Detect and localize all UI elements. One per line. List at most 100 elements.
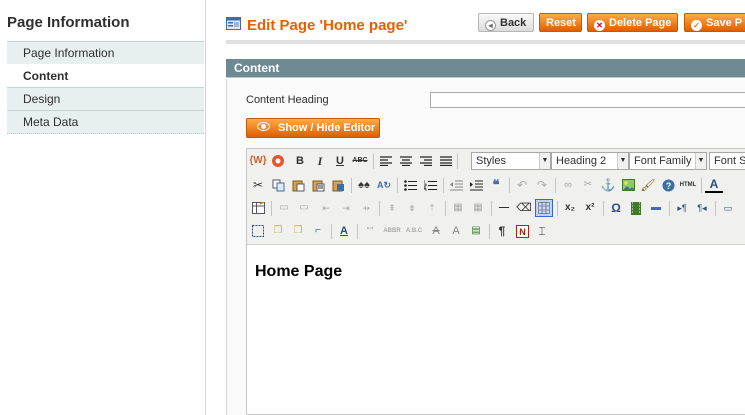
paste-icon[interactable] — [289, 176, 307, 194]
horizontal-rule-icon[interactable]: — — [495, 199, 513, 217]
col-after-icon[interactable]: ⇟ — [403, 199, 421, 217]
find-icon[interactable]: ♠♠ — [355, 176, 373, 194]
bullet-list-icon[interactable] — [401, 176, 419, 194]
toolbar-row-4: ❐ ❐ ⌐ A “” ABBR A.B.C A A ▤ ¶ N ⌶ — [249, 221, 745, 243]
delete-col-icon[interactable]: ⇡ — [423, 199, 441, 217]
acronym-icon[interactable]: A.B.C — [405, 222, 423, 240]
cell-props-icon[interactable]: ▭ — [295, 199, 313, 217]
help-icon[interactable]: ? — [659, 176, 677, 194]
attributes-icon[interactable]: ▤ — [467, 222, 485, 240]
toolbar-row-2: ✂ ♠♠ A↻ ❝ ↶ ↷ ∞ ✂ ⚓ 🖌 ? HTML A — [249, 175, 745, 197]
row-after-icon[interactable]: ⇥ — [337, 199, 355, 217]
cut-icon[interactable]: ✂ — [249, 176, 267, 194]
insertion-icon[interactable]: A — [447, 222, 465, 240]
font-family-select[interactable]: Font Family ▼ — [629, 152, 707, 170]
editor-document[interactable]: Home Page — [255, 263, 342, 281]
absolute-position-icon[interactable]: ⌐ — [309, 222, 327, 240]
font-size-select[interactable]: Font Siz — [709, 152, 745, 170]
delete-x-icon: ✕ — [594, 20, 605, 31]
row-before-icon[interactable]: ⇤ — [317, 199, 335, 217]
italic-icon[interactable]: I — [311, 152, 329, 170]
reset-button[interactable]: Reset — [539, 13, 582, 32]
paste-word-icon[interactable] — [329, 176, 347, 194]
sidebar-item-design[interactable]: Design — [7, 87, 204, 110]
save-check-icon: ✓ — [691, 20, 702, 31]
underline-icon[interactable]: U — [331, 152, 349, 170]
indent-icon[interactable] — [467, 176, 485, 194]
toolbar-row-3: ▭ ▭ ⇤ ⇥ ⇸ ⇞ ⇟ ⇡ ▦ ▦ — ⌫ x₂ x² Ω ▬ ▸¶ ¶◂ … — [249, 198, 745, 220]
non-breaking-space-icon[interactable]: N — [513, 222, 531, 240]
merge-cells-icon[interactable]: ▦ — [469, 199, 487, 217]
fullscreen-icon[interactable]: ▬ — [647, 199, 665, 217]
align-justify-icon[interactable] — [437, 152, 455, 170]
save-page-button[interactable]: ✓ Save P — [684, 13, 745, 32]
paste-text-icon[interactable] — [309, 176, 327, 194]
move-backward-icon[interactable]: ❐ — [289, 222, 307, 240]
page-break-icon[interactable]: ⌶ — [533, 222, 551, 240]
cleanup-icon[interactable]: 🖌 — [639, 176, 657, 194]
outdent-icon[interactable] — [447, 176, 465, 194]
toolbar-separator — [491, 201, 492, 216]
numbered-list-icon[interactable] — [421, 176, 439, 194]
toolbar-row-1: {W} B I U ABC Styles ▼ Heading 2 ▼ Font … — [249, 151, 745, 173]
delete-page-button[interactable]: ✕ Delete Page — [587, 13, 678, 32]
delete-row-icon[interactable]: ⇸ — [357, 199, 375, 217]
content-heading-input[interactable] — [430, 92, 745, 108]
blockquote-icon[interactable]: ❝ — [487, 176, 505, 194]
rtl-icon[interactable]: ¶◂ — [693, 199, 711, 217]
back-button[interactable]: ◂ Back — [478, 13, 534, 32]
sidebar-item-content[interactable]: Content — [7, 64, 204, 87]
ltr-icon[interactable]: ▸¶ — [673, 199, 691, 217]
strikethrough-icon[interactable]: ABC — [351, 152, 369, 170]
show-blocks-icon[interactable]: ¶ — [493, 222, 511, 240]
toolbar-separator — [603, 201, 604, 216]
toolbar-separator — [379, 201, 380, 216]
chevron-down-icon: ▼ — [539, 153, 550, 169]
media-icon[interactable] — [627, 199, 645, 217]
insert-layer-icon[interactable] — [249, 222, 267, 240]
align-left-icon[interactable] — [377, 152, 395, 170]
sidebar-item-page-information[interactable]: Page Information — [7, 41, 204, 64]
styles-select[interactable]: Styles ▼ — [471, 152, 551, 170]
move-forward-icon[interactable]: ❐ — [269, 222, 287, 240]
undo-icon[interactable]: ↶ — [513, 176, 531, 194]
copy-icon[interactable] — [269, 176, 287, 194]
abbr-icon[interactable]: ABBR — [383, 222, 401, 240]
content-heading-label: Content Heading — [246, 94, 329, 106]
deletion-icon[interactable]: A — [427, 222, 445, 240]
insert-widget-icon[interactable]: {W} — [249, 152, 267, 170]
col-before-icon[interactable]: ⇞ — [383, 199, 401, 217]
remove-format-icon[interactable]: ⌫ — [515, 199, 533, 217]
content-panel: Content Heading Show / Hide Editor {W} B… — [226, 79, 745, 415]
document-heading[interactable]: Home Page — [255, 263, 342, 281]
toolbar-separator — [557, 201, 558, 216]
bold-icon[interactable]: B — [291, 152, 309, 170]
special-char-icon[interactable]: Ω — [607, 199, 625, 217]
format-select[interactable]: Heading 2 ▼ — [551, 152, 629, 170]
align-center-icon[interactable] — [397, 152, 415, 170]
align-right-icon[interactable] — [417, 152, 435, 170]
text-color-icon[interactable]: A — [705, 176, 723, 193]
superscript-icon[interactable]: x² — [581, 199, 599, 217]
split-cells-icon[interactable]: ▦ — [449, 199, 467, 217]
row-props-icon[interactable]: ▭ — [275, 199, 293, 217]
style-props-icon[interactable]: A — [335, 222, 353, 240]
image-icon[interactable] — [619, 176, 637, 194]
insert-image-icon[interactable] — [269, 152, 287, 170]
redo-icon[interactable]: ↷ — [533, 176, 551, 194]
link-icon[interactable]: ∞ — [559, 176, 577, 194]
visual-aid-icon[interactable] — [535, 199, 553, 217]
show-hide-editor-button[interactable]: Show / Hide Editor — [246, 118, 380, 138]
insert-table-icon[interactable] — [249, 199, 267, 217]
insert-layer-icon[interactable]: ▭ — [719, 199, 737, 217]
subscript-icon[interactable]: x₂ — [561, 199, 579, 217]
cite-icon[interactable]: “” — [361, 222, 379, 240]
replace-icon[interactable]: A↻ — [375, 176, 393, 194]
html-source-icon[interactable]: HTML — [679, 176, 697, 194]
sidebar: Page Information Page Information Conten… — [0, 0, 206, 415]
sidebar-title: Page Information — [7, 14, 130, 31]
anchor-icon[interactable]: ⚓ — [599, 176, 617, 194]
sidebar-item-meta-data[interactable]: Meta Data — [7, 110, 204, 134]
toolbar-separator — [445, 201, 446, 216]
unlink-icon[interactable]: ✂ — [579, 176, 597, 194]
